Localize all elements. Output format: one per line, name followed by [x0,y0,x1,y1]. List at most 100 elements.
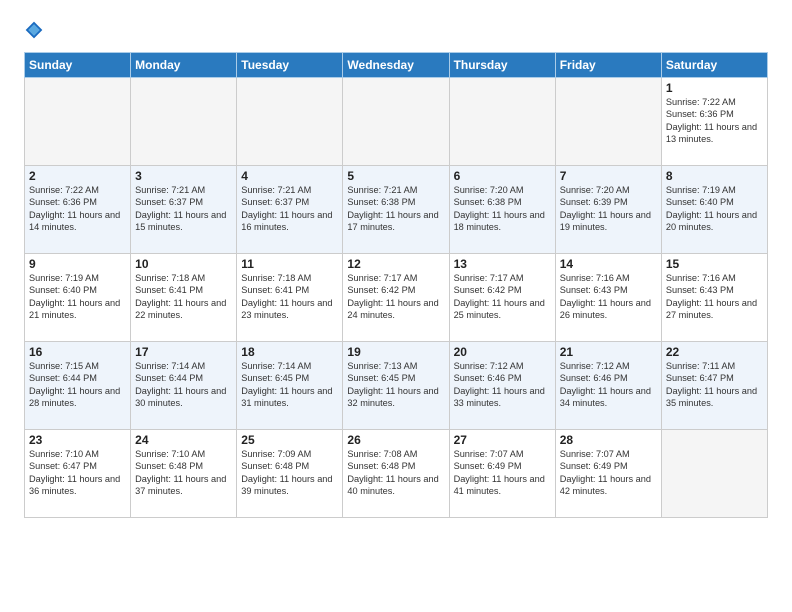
day-number: 7 [560,169,657,183]
day-info: Sunrise: 7:17 AM Sunset: 6:42 PM Dayligh… [454,272,551,322]
day-info: Sunrise: 7:13 AM Sunset: 6:45 PM Dayligh… [347,360,444,410]
day-number: 9 [29,257,126,271]
logo-icon [24,20,44,40]
day-cell: 19Sunrise: 7:13 AM Sunset: 6:45 PM Dayli… [343,342,449,430]
day-number: 1 [666,81,763,95]
day-cell [25,78,131,166]
day-info: Sunrise: 7:21 AM Sunset: 6:38 PM Dayligh… [347,184,444,234]
day-info: Sunrise: 7:22 AM Sunset: 6:36 PM Dayligh… [666,96,763,146]
day-cell: 25Sunrise: 7:09 AM Sunset: 6:48 PM Dayli… [237,430,343,518]
day-cell: 3Sunrise: 7:21 AM Sunset: 6:37 PM Daylig… [131,166,237,254]
day-cell [661,430,767,518]
day-cell: 10Sunrise: 7:18 AM Sunset: 6:41 PM Dayli… [131,254,237,342]
day-cell: 27Sunrise: 7:07 AM Sunset: 6:49 PM Dayli… [449,430,555,518]
day-info: Sunrise: 7:09 AM Sunset: 6:48 PM Dayligh… [241,448,338,498]
week-row-1: 1Sunrise: 7:22 AM Sunset: 6:36 PM Daylig… [25,78,768,166]
day-cell: 9Sunrise: 7:19 AM Sunset: 6:40 PM Daylig… [25,254,131,342]
day-info: Sunrise: 7:18 AM Sunset: 6:41 PM Dayligh… [241,272,338,322]
day-cell: 13Sunrise: 7:17 AM Sunset: 6:42 PM Dayli… [449,254,555,342]
day-number: 3 [135,169,232,183]
day-number: 4 [241,169,338,183]
day-number: 21 [560,345,657,359]
day-number: 28 [560,433,657,447]
day-cell: 16Sunrise: 7:15 AM Sunset: 6:44 PM Dayli… [25,342,131,430]
weekday-sunday: Sunday [25,53,131,78]
day-number: 17 [135,345,232,359]
day-cell: 2Sunrise: 7:22 AM Sunset: 6:36 PM Daylig… [25,166,131,254]
day-number: 11 [241,257,338,271]
weekday-saturday: Saturday [661,53,767,78]
day-cell [555,78,661,166]
day-number: 16 [29,345,126,359]
day-cell: 17Sunrise: 7:14 AM Sunset: 6:44 PM Dayli… [131,342,237,430]
week-row-2: 2Sunrise: 7:22 AM Sunset: 6:36 PM Daylig… [25,166,768,254]
day-cell [343,78,449,166]
day-info: Sunrise: 7:22 AM Sunset: 6:36 PM Dayligh… [29,184,126,234]
day-number: 19 [347,345,444,359]
day-number: 15 [666,257,763,271]
day-cell: 24Sunrise: 7:10 AM Sunset: 6:48 PM Dayli… [131,430,237,518]
day-cell: 4Sunrise: 7:21 AM Sunset: 6:37 PM Daylig… [237,166,343,254]
day-number: 23 [29,433,126,447]
week-row-4: 16Sunrise: 7:15 AM Sunset: 6:44 PM Dayli… [25,342,768,430]
day-info: Sunrise: 7:08 AM Sunset: 6:48 PM Dayligh… [347,448,444,498]
day-info: Sunrise: 7:19 AM Sunset: 6:40 PM Dayligh… [666,184,763,234]
day-cell: 7Sunrise: 7:20 AM Sunset: 6:39 PM Daylig… [555,166,661,254]
day-info: Sunrise: 7:18 AM Sunset: 6:41 PM Dayligh… [135,272,232,322]
day-info: Sunrise: 7:12 AM Sunset: 6:46 PM Dayligh… [454,360,551,410]
day-cell [131,78,237,166]
day-cell: 22Sunrise: 7:11 AM Sunset: 6:47 PM Dayli… [661,342,767,430]
week-row-5: 23Sunrise: 7:10 AM Sunset: 6:47 PM Dayli… [25,430,768,518]
day-cell: 28Sunrise: 7:07 AM Sunset: 6:49 PM Dayli… [555,430,661,518]
day-cell: 20Sunrise: 7:12 AM Sunset: 6:46 PM Dayli… [449,342,555,430]
weekday-wednesday: Wednesday [343,53,449,78]
day-cell: 11Sunrise: 7:18 AM Sunset: 6:41 PM Dayli… [237,254,343,342]
weekday-thursday: Thursday [449,53,555,78]
day-number: 18 [241,345,338,359]
day-cell: 26Sunrise: 7:08 AM Sunset: 6:48 PM Dayli… [343,430,449,518]
header [24,20,768,40]
day-info: Sunrise: 7:19 AM Sunset: 6:40 PM Dayligh… [29,272,126,322]
day-number: 27 [454,433,551,447]
day-info: Sunrise: 7:21 AM Sunset: 6:37 PM Dayligh… [241,184,338,234]
logo [24,20,48,40]
day-number: 12 [347,257,444,271]
day-info: Sunrise: 7:07 AM Sunset: 6:49 PM Dayligh… [454,448,551,498]
day-cell: 5Sunrise: 7:21 AM Sunset: 6:38 PM Daylig… [343,166,449,254]
day-info: Sunrise: 7:16 AM Sunset: 6:43 PM Dayligh… [560,272,657,322]
day-info: Sunrise: 7:10 AM Sunset: 6:47 PM Dayligh… [29,448,126,498]
weekday-tuesday: Tuesday [237,53,343,78]
week-row-3: 9Sunrise: 7:19 AM Sunset: 6:40 PM Daylig… [25,254,768,342]
day-info: Sunrise: 7:20 AM Sunset: 6:39 PM Dayligh… [560,184,657,234]
day-number: 25 [241,433,338,447]
calendar: SundayMondayTuesdayWednesdayThursdayFrid… [24,52,768,518]
weekday-header-row: SundayMondayTuesdayWednesdayThursdayFrid… [25,53,768,78]
day-number: 2 [29,169,126,183]
weekday-friday: Friday [555,53,661,78]
day-info: Sunrise: 7:10 AM Sunset: 6:48 PM Dayligh… [135,448,232,498]
day-number: 14 [560,257,657,271]
day-cell: 12Sunrise: 7:17 AM Sunset: 6:42 PM Dayli… [343,254,449,342]
day-info: Sunrise: 7:21 AM Sunset: 6:37 PM Dayligh… [135,184,232,234]
day-cell: 14Sunrise: 7:16 AM Sunset: 6:43 PM Dayli… [555,254,661,342]
day-cell: 8Sunrise: 7:19 AM Sunset: 6:40 PM Daylig… [661,166,767,254]
day-cell: 1Sunrise: 7:22 AM Sunset: 6:36 PM Daylig… [661,78,767,166]
day-cell: 18Sunrise: 7:14 AM Sunset: 6:45 PM Dayli… [237,342,343,430]
weekday-monday: Monday [131,53,237,78]
day-cell [237,78,343,166]
day-number: 20 [454,345,551,359]
day-info: Sunrise: 7:12 AM Sunset: 6:46 PM Dayligh… [560,360,657,410]
day-info: Sunrise: 7:17 AM Sunset: 6:42 PM Dayligh… [347,272,444,322]
day-info: Sunrise: 7:20 AM Sunset: 6:38 PM Dayligh… [454,184,551,234]
day-info: Sunrise: 7:14 AM Sunset: 6:44 PM Dayligh… [135,360,232,410]
day-info: Sunrise: 7:15 AM Sunset: 6:44 PM Dayligh… [29,360,126,410]
day-cell: 21Sunrise: 7:12 AM Sunset: 6:46 PM Dayli… [555,342,661,430]
day-number: 8 [666,169,763,183]
day-cell: 6Sunrise: 7:20 AM Sunset: 6:38 PM Daylig… [449,166,555,254]
day-number: 6 [454,169,551,183]
day-info: Sunrise: 7:07 AM Sunset: 6:49 PM Dayligh… [560,448,657,498]
day-number: 22 [666,345,763,359]
day-number: 24 [135,433,232,447]
day-number: 10 [135,257,232,271]
day-number: 13 [454,257,551,271]
